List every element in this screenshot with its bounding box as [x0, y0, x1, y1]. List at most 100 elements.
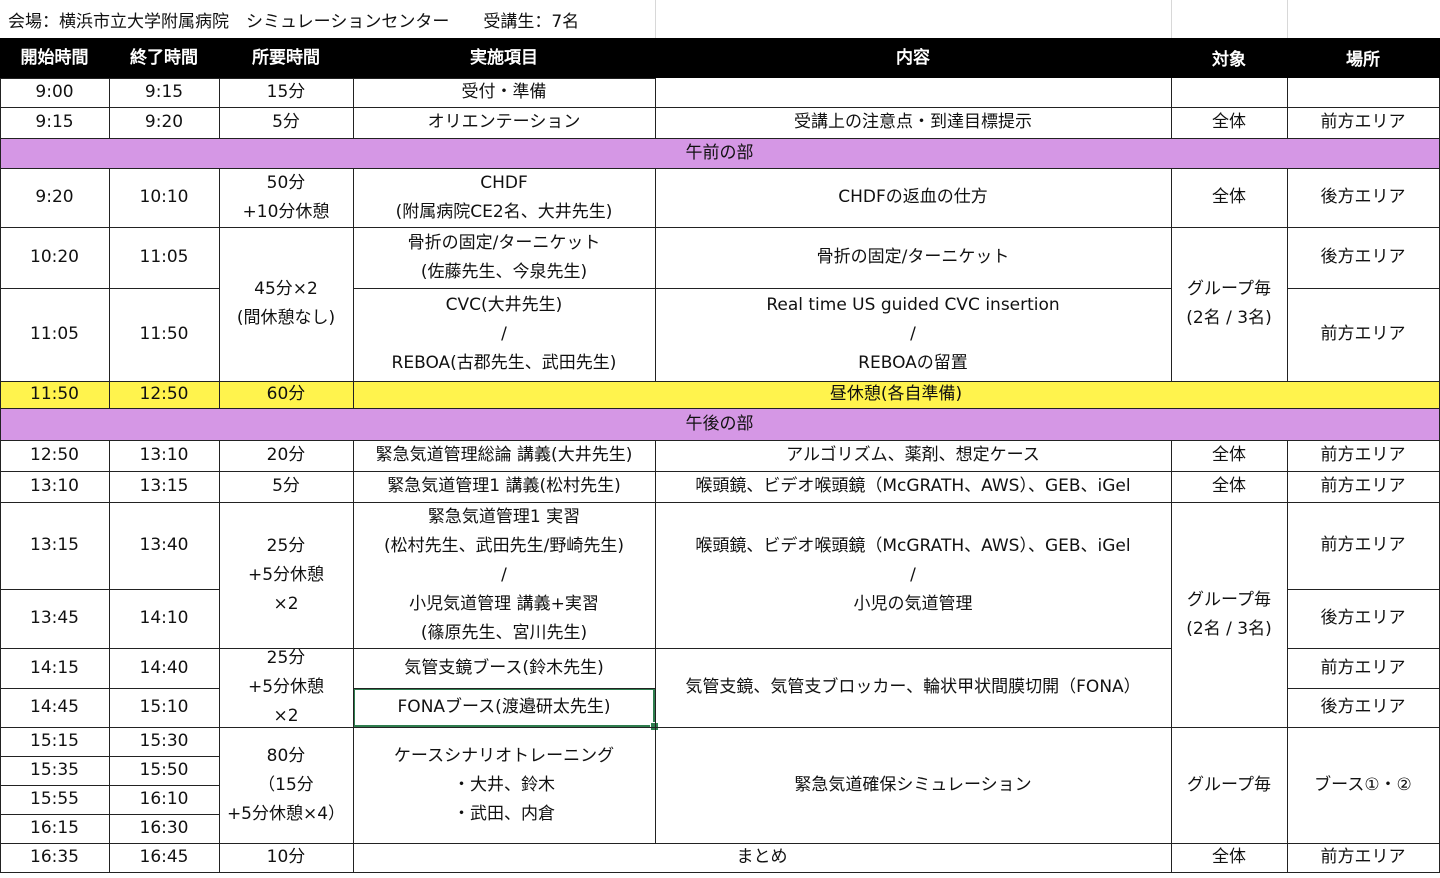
- table-cell[interactable]: アルゴリズム、薬剤、想定ケース: [655, 440, 1171, 471]
- section-header-cell[interactable]: 午前の部: [0, 138, 1439, 168]
- table-cell[interactable]: 9:00: [0, 78, 109, 107]
- table-cell[interactable]: 骨折の固定/ターニケット: [655, 227, 1171, 288]
- column-header[interactable]: 開始時間: [0, 38, 109, 78]
- table-cell[interactable]: 16:15: [0, 814, 109, 843]
- table-cell[interactable]: 12:50: [109, 381, 219, 408]
- table-cell[interactable]: 5分: [219, 107, 353, 138]
- table-cell[interactable]: 60分: [219, 381, 353, 408]
- table-cell[interactable]: 13:15: [109, 471, 219, 502]
- table-cell[interactable]: ブース①・②: [1287, 727, 1439, 843]
- table-cell[interactable]: 前方エリア: [1287, 502, 1439, 589]
- table-cell[interactable]: 16:30: [109, 814, 219, 843]
- column-header[interactable]: 場所: [1287, 38, 1439, 78]
- table-cell[interactable]: 14:40: [109, 648, 219, 688]
- table-cell[interactable]: 11:05: [0, 288, 109, 381]
- table-cell[interactable]: 全体: [1171, 107, 1287, 138]
- table-cell[interactable]: 5分: [219, 471, 353, 502]
- table-cell[interactable]: 全体: [1171, 471, 1287, 502]
- table-cell[interactable]: 13:40: [109, 502, 219, 589]
- table-cell[interactable]: 緊急気道確保シミュレーション: [655, 727, 1171, 843]
- cell-border: [1171, 440, 1288, 441]
- table-cell[interactable]: 13:15: [0, 502, 109, 589]
- table-cell[interactable]: 15:35: [0, 756, 109, 785]
- table-cell[interactable]: CVC(大井先生) / REBOA(古郡先生、武田先生): [353, 288, 655, 381]
- table-cell[interactable]: 80分 （15分 +5分休憩×4）: [219, 727, 353, 843]
- cell-border: [109, 227, 110, 289]
- table-cell[interactable]: 11:05: [109, 227, 219, 288]
- table-cell[interactable]: 全体: [1171, 168, 1287, 227]
- table-cell[interactable]: 前方エリア: [1287, 843, 1439, 872]
- table-cell[interactable]: 14:15: [0, 648, 109, 688]
- table-cell[interactable]: CHDF (附属病院CE2名、大井先生): [353, 168, 655, 227]
- table-cell[interactable]: 気管支鏡ブース(鈴木先生): [353, 648, 655, 688]
- table-cell[interactable]: CHDFの返血の仕方: [655, 168, 1171, 227]
- table-cell[interactable]: 後方エリア: [1287, 168, 1439, 227]
- table-cell[interactable]: 骨折の固定/ターニケット (佐藤先生、今泉先生): [353, 227, 655, 288]
- table-cell[interactable]: 受付・準備: [353, 78, 655, 107]
- table-cell[interactable]: 9:15: [0, 107, 109, 138]
- table-cell[interactable]: 10分: [219, 843, 353, 872]
- table-cell[interactable]: 前方エリア: [1287, 107, 1439, 138]
- table-cell[interactable]: 10:10: [109, 168, 219, 227]
- table-cell[interactable]: 50分 +10分休憩: [219, 168, 353, 227]
- table-cell[interactable]: 14:10: [109, 589, 219, 648]
- table-cell[interactable]: 15:50: [109, 756, 219, 785]
- table-cell[interactable]: 喉頭鏡、ビデオ喉頭鏡（McGRATH、AWS）、GEB、iGel: [655, 471, 1171, 502]
- table-cell[interactable]: 後方エリア: [1287, 688, 1439, 727]
- table-cell[interactable]: 受講上の注意点・到達目標提示: [655, 107, 1171, 138]
- table-cell[interactable]: 15:55: [0, 785, 109, 814]
- venue-info-cell[interactable]: 会場：横浜市立大学附属病院 シミュレーションセンター 受講生：7名: [0, 0, 579, 38]
- section-header-cell[interactable]: 午後の部: [0, 408, 1439, 440]
- table-cell[interactable]: 緊急気道管理1 実習 (松村先生、武田先生/野崎先生) / 小児気道管理 講義+…: [353, 502, 655, 648]
- table-cell[interactable]: 15:15: [0, 727, 109, 756]
- table-cell[interactable]: 20分: [219, 440, 353, 471]
- table-cell[interactable]: 全体: [1171, 843, 1287, 872]
- table-cell[interactable]: 前方エリア: [1287, 471, 1439, 502]
- table-cell[interactable]: 後方エリア: [1287, 589, 1439, 648]
- table-cell[interactable]: 昼休憩(各自準備): [353, 381, 1439, 408]
- table-cell[interactable]: 後方エリア: [1287, 227, 1439, 288]
- table-cell[interactable]: ケースシナリオトレーニング ・大井、鈴木 ・武田、内倉: [353, 727, 655, 843]
- table-cell[interactable]: 9:20: [109, 107, 219, 138]
- table-cell[interactable]: 9:20: [0, 168, 109, 227]
- table-cell[interactable]: 11:50: [109, 288, 219, 381]
- table-cell[interactable]: 16:10: [109, 785, 219, 814]
- table-cell[interactable]: 緊急気道管理1 講義(松村先生): [353, 471, 655, 502]
- table-cell[interactable]: 25分 +5分休憩 ×2: [219, 648, 353, 727]
- table-cell[interactable]: 前方エリア: [1287, 288, 1439, 381]
- column-header[interactable]: 実施項目: [353, 38, 655, 78]
- table-cell[interactable]: 前方エリア: [1287, 648, 1439, 688]
- table-cell[interactable]: 15:30: [109, 727, 219, 756]
- table-cell[interactable]: 16:45: [109, 843, 219, 872]
- column-header[interactable]: 対象: [1171, 38, 1287, 78]
- table-cell[interactable]: 緊急気道管理総論 講義(大井先生): [353, 440, 655, 471]
- table-cell[interactable]: 13:45: [0, 589, 109, 648]
- table-cell[interactable]: 9:15: [109, 78, 219, 107]
- table-cell[interactable]: 気管支鏡、気管支ブロッカー、輪状甲状間膜切開（FONA）: [655, 648, 1171, 727]
- table-cell[interactable]: まとめ: [353, 843, 1171, 872]
- table-cell[interactable]: 14:45: [0, 688, 109, 727]
- table-cell[interactable]: Real time US guided CVC insertion / REBO…: [655, 288, 1171, 381]
- table-cell[interactable]: 13:10: [0, 471, 109, 502]
- table-cell[interactable]: 15:10: [109, 688, 219, 727]
- spreadsheet-sheet[interactable]: 会場：横浜市立大学附属病院 シミュレーションセンター 受講生：7名 開始時間 終了…: [0, 0, 1440, 878]
- table-cell[interactable]: 16:35: [0, 843, 109, 872]
- table-cell[interactable]: 11:50: [0, 381, 109, 408]
- column-header[interactable]: 内容: [655, 38, 1171, 78]
- table-cell[interactable]: グループ毎 (2名 / 3名): [1171, 502, 1287, 727]
- column-header[interactable]: 所要時間: [219, 38, 353, 78]
- table-cell[interactable]: グループ毎 (2名 / 3名): [1171, 227, 1287, 381]
- table-cell[interactable]: 13:10: [109, 440, 219, 471]
- table-cell[interactable]: 全体: [1171, 440, 1287, 471]
- table-cell[interactable]: 12:50: [0, 440, 109, 471]
- table-cell[interactable]: 15分: [219, 78, 353, 107]
- table-cell[interactable]: オリエンテーション: [353, 107, 655, 138]
- table-cell[interactable]: 25分 +5分休憩 ×2: [219, 502, 353, 648]
- table-cell[interactable]: 喉頭鏡、ビデオ喉頭鏡（McGRATH、AWS）、GEB、iGel / 小児の気道…: [655, 502, 1171, 648]
- table-cell[interactable]: 45分×2 (間休憩なし): [219, 227, 353, 381]
- table-cell[interactable]: 前方エリア: [1287, 440, 1439, 471]
- table-cell[interactable]: 10:20: [0, 227, 109, 288]
- table-cell[interactable]: グループ毎: [1171, 727, 1287, 843]
- selected-cell[interactable]: FONAブース(渡邉研太先生): [353, 688, 655, 727]
- column-header[interactable]: 終了時間: [109, 38, 219, 78]
